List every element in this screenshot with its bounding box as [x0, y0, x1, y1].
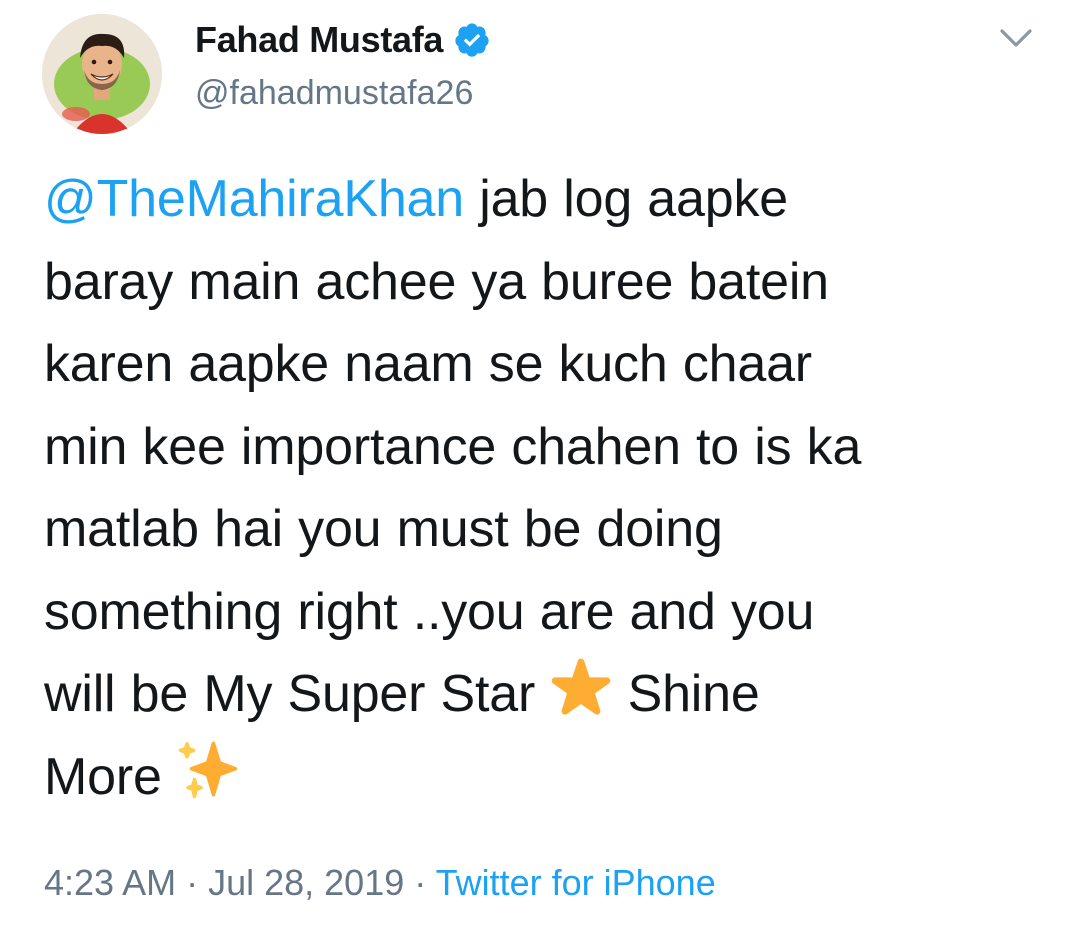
avatar-caricature-icon: [42, 14, 162, 134]
avatar[interactable]: [42, 14, 162, 134]
tweet-line: @TheMahiraKhan jab log aapke: [44, 158, 1054, 241]
tweet-text-fragment: jab log aapke: [463, 170, 788, 228]
separator: ·: [404, 862, 436, 903]
star-emoji-icon: [550, 655, 612, 717]
tweet-date[interactable]: Jul 28, 2019: [208, 862, 404, 903]
tweet-line: matlab hai you must be doing: [44, 500, 723, 558]
chevron-down-icon[interactable]: [996, 22, 1036, 54]
author-handle[interactable]: @fahadmustafa26: [195, 74, 473, 113]
mention-link[interactable]: @TheMahiraKhan: [44, 170, 464, 228]
tweet-line: More: [44, 736, 1054, 819]
tweet-text-fragment: More: [44, 747, 177, 806]
tweet-card: Fahad Mustafa @fahadmustafa26 @TheMahira…: [0, 0, 1080, 931]
tweet-meta: 4:23 AM · Jul 28, 2019 · Twitter for iPh…: [44, 862, 716, 904]
tweet-line: min kee importance chahen to is ka: [44, 417, 862, 476]
tweet-line: something right ..you are and you: [44, 582, 815, 641]
tweet-text: @TheMahiraKhan jab log aapke baray main …: [44, 158, 1054, 818]
tweet-line: will be My Super Star Shine: [44, 653, 1054, 736]
tweet-line: karen aapke naam se kuch chaar: [44, 335, 812, 393]
display-name[interactable]: Fahad Mustafa: [195, 19, 443, 61]
sparkles-emoji-icon: [177, 738, 239, 800]
verified-badge-icon: [453, 21, 491, 59]
tweet-text-fragment: will be My Super Star: [44, 665, 551, 723]
tweet-text-fragment: Shine: [612, 665, 760, 723]
tweet-line: baray main achee ya buree batein: [44, 252, 829, 311]
tweet-time[interactable]: 4:23 AM: [44, 862, 176, 903]
author-name-row[interactable]: Fahad Mustafa: [195, 18, 491, 62]
separator: ·: [176, 862, 209, 903]
tweet-source-link[interactable]: Twitter for iPhone: [436, 862, 716, 903]
